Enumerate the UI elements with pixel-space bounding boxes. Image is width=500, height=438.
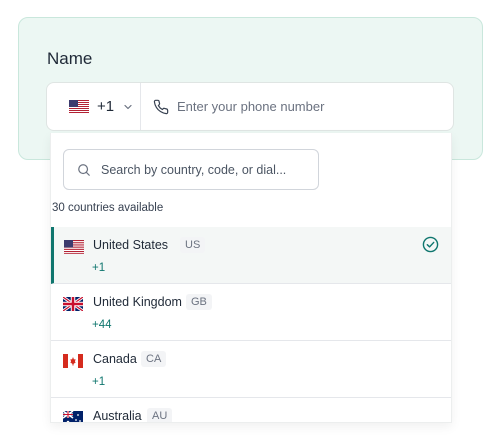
country-dial-code: +1	[92, 262, 106, 274]
country-name: United Kingdom	[93, 295, 182, 309]
country-name: Canada	[93, 352, 137, 366]
country-code-badge: AU	[147, 408, 173, 422]
flag-ca-icon	[63, 354, 83, 368]
countries-count: 30 countries available	[52, 202, 164, 214]
country-selector-button[interactable]: +1	[47, 83, 141, 130]
selected-dial-code: +1	[97, 98, 115, 115]
flag-au-icon	[63, 411, 83, 422]
flag-us-icon	[69, 100, 89, 113]
flag-gb-icon	[63, 297, 83, 311]
country-option-ca[interactable]: Canada CA +1	[51, 341, 451, 398]
country-code-badge: CA	[141, 351, 167, 367]
phone-field: +1	[46, 82, 454, 131]
search-icon	[78, 163, 90, 176]
country-dial-code: +1	[92, 376, 106, 388]
phone-number-input[interactable]	[177, 99, 437, 114]
country-dial-code: +44	[92, 319, 112, 331]
country-option-us[interactable]: United States US +1	[51, 227, 451, 284]
country-search-box[interactable]	[63, 149, 319, 190]
flag-us-icon	[64, 240, 84, 254]
chevron-down-icon	[124, 104, 132, 109]
country-option-au[interactable]: Australia AU	[51, 398, 451, 423]
country-name: Australia	[93, 409, 142, 423]
country-code-badge: US	[180, 237, 206, 253]
field-label: Name	[47, 49, 93, 68]
country-name: United States	[93, 238, 169, 252]
country-search-input[interactable]	[101, 162, 311, 177]
country-list: United States US +1 United Kingdom GB +4…	[51, 227, 451, 423]
country-code-badge: GB	[186, 294, 212, 310]
phone-icon	[153, 99, 169, 114]
check-circle-icon	[422, 236, 439, 253]
country-option-gb[interactable]: United Kingdom GB +44	[51, 284, 451, 341]
country-dropdown: 30 countries available United States US …	[50, 133, 452, 423]
